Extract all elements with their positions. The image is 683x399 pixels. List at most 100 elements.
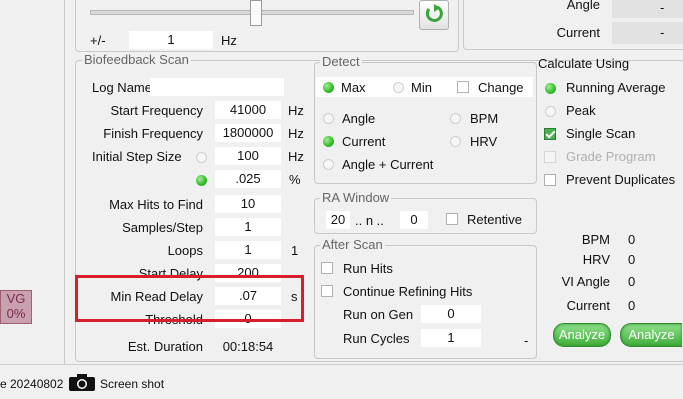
initial-step-size-input[interactable]: 100 — [215, 147, 281, 165]
reset-arrow-button[interactable] — [419, 0, 449, 30]
log-name-input[interactable] — [150, 78, 284, 96]
ra-window-to-input[interactable]: 0 — [400, 211, 428, 229]
ra-window-from-input[interactable]: 20 — [326, 211, 350, 229]
angle-readout-value-box — [612, 0, 683, 18]
run-on-gen-label: Run on Gen — [343, 307, 414, 322]
analyze-button-2[interactable]: Analyze — [620, 323, 682, 347]
camera-icon — [69, 374, 95, 391]
loops-input[interactable]: 1 — [215, 241, 281, 259]
start-frequency-label: Start Frequency — [110, 103, 204, 118]
detect-title: Detect — [320, 54, 362, 69]
vi-angle-value: 0 — [628, 274, 636, 289]
run-cycles-input[interactable]: 1 — [421, 329, 481, 347]
current-stat-value: 0 — [628, 298, 636, 313]
finish-frequency-unit: Hz — [288, 126, 304, 141]
start-frequency-input[interactable]: 41000 — [215, 101, 281, 119]
hrv-value: 0 — [628, 252, 636, 267]
hrv-label: HRV — [582, 252, 610, 267]
initial-step-size-unit: Hz — [288, 149, 304, 164]
screenshot-label[interactable]: Screen shot — [100, 376, 164, 392]
run-hits-checkbox[interactable] — [321, 262, 333, 274]
detect-bpm-label: BPM — [470, 111, 499, 126]
prevent-duplicates-label: Prevent Duplicates — [566, 172, 676, 187]
run-hits-label: Run Hits — [343, 261, 393, 276]
step-size-hz-radio[interactable] — [196, 152, 207, 163]
biofeedback-scan-title: Biofeedback Scan — [82, 52, 191, 67]
grade-program-checkbox — [544, 151, 556, 163]
bpm-label: BPM — [581, 232, 610, 247]
retentive-label: Retentive — [467, 212, 522, 227]
est-duration-label: Est. Duration — [127, 339, 203, 354]
start-frequency-unit: Hz — [288, 103, 304, 118]
log-name-label: Log Name — [92, 80, 152, 95]
highlight-box — [75, 275, 304, 322]
angle-readout-value: - — [660, 0, 665, 15]
grade-program-label: Grade Program — [566, 149, 656, 164]
detect-change-checkbox[interactable] — [457, 81, 469, 93]
detect-angle-current-radio[interactable] — [323, 159, 334, 170]
finish-frequency-label: Finish Frequency — [103, 126, 203, 141]
prevent-duplicates-checkbox[interactable] — [544, 174, 556, 186]
run-cycles-label: Run Cycles — [343, 331, 410, 346]
samples-step-input[interactable]: 1 — [215, 218, 281, 236]
running-average-label: Running Average — [566, 80, 666, 95]
ra-window-title: RA Window — [320, 190, 392, 205]
detect-min-radio[interactable] — [393, 82, 404, 93]
loops-label: Loops — [167, 243, 203, 258]
run-on-gen-input[interactable]: 0 — [421, 305, 481, 323]
vg-label: VG — [6, 291, 26, 306]
detect-current-label: Current — [342, 134, 386, 149]
detect-min-label: Min — [411, 80, 432, 95]
current-stat-label: Current — [566, 298, 610, 313]
after-scan-title: After Scan — [320, 237, 385, 252]
angle-readout-label: Angle — [566, 0, 600, 12]
calculate-using-title: Calculate Using — [538, 56, 630, 71]
detect-hrv-radio[interactable] — [450, 136, 461, 147]
plus-minus-label: +/- — [90, 33, 106, 48]
loops-count: 1 — [291, 243, 299, 258]
single-scan-label: Single Scan — [566, 126, 636, 141]
vg-indicator: VG 0% — [0, 290, 32, 324]
status-bar: e 20240802 Screen shot — [0, 364, 683, 399]
step-size-percent-radio[interactable] — [196, 175, 207, 186]
detect-hrv-label: HRV — [470, 134, 498, 149]
current-readout-value-box — [612, 22, 683, 44]
current-readout-value: - — [660, 25, 665, 40]
vi-angle-label: VI Angle — [561, 274, 610, 289]
detect-current-radio[interactable] — [323, 136, 334, 147]
step-unit-label: Hz — [221, 33, 237, 48]
peak-radio[interactable] — [545, 106, 556, 117]
step-value-field[interactable]: 1 — [129, 31, 213, 49]
peak-label: Peak — [566, 103, 596, 118]
frequency-slider-thumb[interactable] — [250, 0, 262, 26]
current-readout-label: Current — [556, 25, 600, 40]
initial-step-size-label: Initial Step Size — [92, 149, 182, 164]
screenshot-button[interactable] — [67, 371, 97, 393]
continue-refining-checkbox[interactable] — [321, 285, 333, 297]
finish-frequency-input[interactable]: 1800000 — [215, 124, 281, 142]
left-edge-divider — [64, 0, 65, 364]
running-average-radio[interactable] — [545, 83, 556, 94]
run-cycles-dash: - — [524, 333, 529, 348]
est-duration-value: 00:18:54 — [222, 339, 274, 354]
ra-window-separator: .. n .. — [355, 213, 384, 228]
retentive-checkbox[interactable] — [446, 213, 458, 225]
analyze-button[interactable]: Analyze — [553, 323, 611, 347]
detect-angle-current-label: Angle + Current — [342, 157, 434, 172]
detect-max-radio[interactable] — [323, 82, 334, 93]
max-hits-input[interactable]: 10 — [215, 195, 281, 213]
detect-change-label: Change — [478, 80, 524, 95]
single-scan-checkbox[interactable] — [544, 128, 556, 140]
samples-step-label: Samples/Step — [122, 220, 203, 235]
step-percent-unit: % — [289, 172, 301, 187]
refresh-arrow-icon — [425, 4, 443, 22]
step-percent-input[interactable]: .025 — [215, 170, 281, 188]
continue-refining-label: Continue Refining Hits — [343, 284, 473, 299]
status-date: e 20240802 — [0, 377, 64, 391]
detect-angle-radio[interactable] — [323, 113, 334, 124]
detect-bpm-radio[interactable] — [450, 113, 461, 124]
max-hits-label: Max Hits to Find — [109, 197, 203, 212]
detect-angle-label: Angle — [342, 111, 376, 126]
vg-percent: 0% — [6, 306, 26, 321]
bpm-value: 0 — [628, 232, 636, 247]
